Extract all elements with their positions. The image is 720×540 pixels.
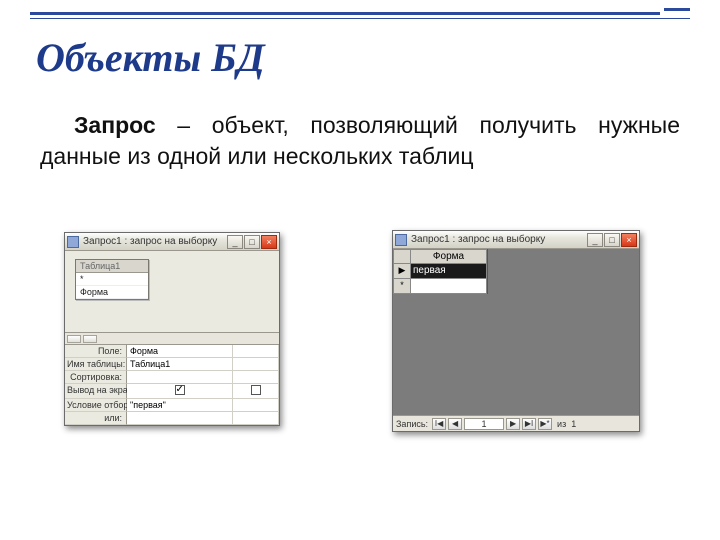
datasheet-table: Форма ▶ первая * bbox=[393, 249, 488, 294]
grid-cell-show[interactable] bbox=[127, 384, 233, 399]
close-button[interactable]: × bbox=[621, 233, 637, 247]
grid-label-or: или: bbox=[65, 412, 127, 425]
window-title: Запрос1 : запрос на выборку bbox=[83, 236, 223, 247]
select-all-cell[interactable] bbox=[393, 249, 411, 264]
nav-prev-button[interactable]: ◀ bbox=[448, 418, 462, 430]
nav-first-button[interactable]: I◀ bbox=[432, 418, 446, 430]
slide-body: Запрос – объект, позволяющий получить ну… bbox=[40, 110, 680, 172]
grid-cell-field[interactable]: Форма bbox=[127, 345, 233, 358]
table-name-header: Таблица1 bbox=[76, 260, 148, 273]
grid-cell-empty[interactable] bbox=[233, 399, 279, 412]
show-checkbox-empty[interactable] bbox=[251, 385, 261, 395]
titlebar[interactable]: Запрос1 : запрос на выборку _ □ × bbox=[65, 233, 279, 251]
field-item-forma[interactable]: Форма bbox=[76, 286, 148, 299]
table-field-list[interactable]: Таблица1 * Форма bbox=[75, 259, 149, 300]
data-row[interactable]: ▶ первая bbox=[393, 264, 487, 279]
row-selector[interactable]: ▶ bbox=[393, 264, 411, 279]
nav-last-button[interactable]: ▶I bbox=[522, 418, 536, 430]
design-upper-pane: Таблица1 * Форма bbox=[65, 251, 279, 333]
new-row[interactable]: * bbox=[393, 279, 487, 294]
show-checkbox[interactable] bbox=[175, 385, 185, 395]
grid-cell-empty[interactable] bbox=[233, 371, 279, 384]
data-cell[interactable]: первая bbox=[411, 264, 487, 279]
maximize-button[interactable]: □ bbox=[244, 235, 260, 249]
slide-title: Объекты БД bbox=[36, 34, 684, 81]
row-selector[interactable]: * bbox=[393, 279, 411, 294]
grid-cell-empty[interactable] bbox=[233, 412, 279, 425]
grid-label-field: Поле: bbox=[65, 345, 127, 358]
grid-cell-empty[interactable] bbox=[233, 358, 279, 371]
pane-splitter[interactable] bbox=[65, 333, 279, 345]
column-header-forma[interactable]: Форма bbox=[411, 249, 487, 264]
window-icon bbox=[67, 236, 79, 248]
splitter-handle[interactable] bbox=[83, 335, 97, 343]
grid-label-table: Имя таблицы: bbox=[65, 358, 127, 371]
nav-total: 1 bbox=[571, 419, 576, 429]
maximize-button[interactable]: □ bbox=[604, 233, 620, 247]
grid-cell-empty[interactable] bbox=[233, 345, 279, 358]
term: Запрос bbox=[74, 112, 156, 138]
qbe-grid: Поле: Форма Имя таблицы: Таблица1 Сортир… bbox=[65, 345, 279, 425]
datasheet-body: Форма ▶ первая * bbox=[393, 249, 639, 415]
query-design-window: Запрос1 : запрос на выборку _ □ × Таблиц… bbox=[64, 232, 280, 426]
nav-new-button[interactable]: ▶* bbox=[538, 418, 552, 430]
grid-cell-sort[interactable] bbox=[127, 371, 233, 384]
nav-next-button[interactable]: ▶ bbox=[506, 418, 520, 430]
nav-label: Запись: bbox=[396, 419, 430, 429]
grid-label-criteria: Условие отбора: bbox=[65, 399, 127, 412]
grid-cell-or[interactable] bbox=[127, 412, 233, 425]
query-datasheet-window: Запрос1 : запрос на выборку _ □ × Форма … bbox=[392, 230, 640, 432]
header-rule-thin bbox=[30, 18, 690, 19]
field-item-star[interactable]: * bbox=[76, 273, 148, 286]
close-button[interactable]: × bbox=[261, 235, 277, 249]
minimize-button[interactable]: _ bbox=[587, 233, 603, 247]
titlebar[interactable]: Запрос1 : запрос на выборку _ □ × bbox=[393, 231, 639, 249]
window-icon bbox=[395, 234, 407, 246]
grid-cell-show-empty[interactable] bbox=[233, 384, 279, 399]
grid-label-show: Вывод на экран: bbox=[65, 384, 127, 399]
header-rule-thick bbox=[30, 12, 660, 15]
nav-of-label: из bbox=[554, 419, 569, 429]
grid-label-sort: Сортировка: bbox=[65, 371, 127, 384]
data-cell[interactable] bbox=[411, 279, 487, 294]
record-navigator: Запись: I◀ ◀ 1 ▶ ▶I ▶* из 1 bbox=[393, 415, 639, 431]
splitter-handle[interactable] bbox=[67, 335, 81, 343]
window-title: Запрос1 : запрос на выборку bbox=[411, 234, 583, 245]
minimize-button[interactable]: _ bbox=[227, 235, 243, 249]
grid-cell-criteria[interactable]: "первая" bbox=[127, 399, 233, 412]
grid-cell-table[interactable]: Таблица1 bbox=[127, 358, 233, 371]
nav-record-number[interactable]: 1 bbox=[464, 418, 504, 430]
